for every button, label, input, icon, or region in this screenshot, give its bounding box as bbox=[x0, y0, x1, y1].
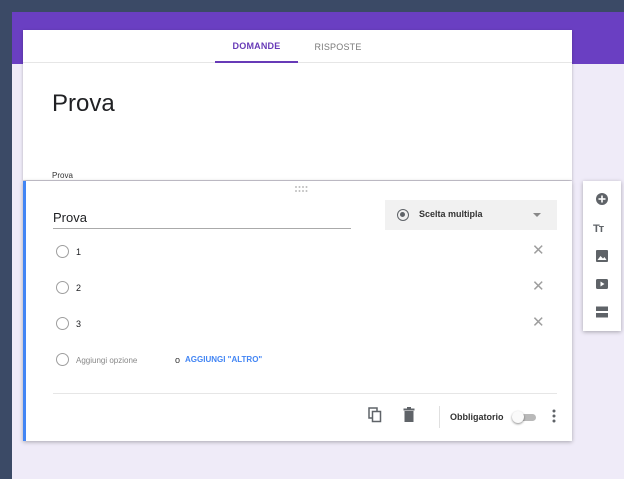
remove-option-close-icon[interactable]: ✕ bbox=[532, 315, 545, 331]
tab-responses[interactable]: RISPOSTE bbox=[303, 30, 373, 63]
add-other-link[interactable]: AGGIUNGI "ALTRO" bbox=[185, 355, 262, 364]
footer-divider bbox=[53, 393, 557, 394]
option-row: 1 ✕ bbox=[53, 243, 553, 260]
video-icon[interactable] bbox=[595, 277, 609, 291]
radio-unchecked-icon bbox=[56, 353, 69, 366]
question-type-label: Scelta multipla bbox=[419, 209, 483, 219]
question-title-input[interactable]: Prova bbox=[53, 209, 351, 229]
question-type-dropdown[interactable]: Scelta multipla bbox=[385, 200, 557, 230]
form-header-card: DOMANDE RISPOSTE Prova Prova bbox=[23, 30, 572, 180]
option-row: 2 ✕ bbox=[53, 279, 553, 296]
or-text: o bbox=[175, 355, 181, 365]
tab-questions[interactable]: DOMANDE bbox=[215, 30, 298, 63]
add-circle-icon[interactable] bbox=[595, 192, 609, 206]
option-row: 3 ✕ bbox=[53, 315, 553, 332]
form-description[interactable]: Prova bbox=[52, 171, 73, 180]
radio-unchecked-icon bbox=[56, 245, 69, 258]
option-label[interactable]: 3 bbox=[76, 319, 81, 329]
option-label[interactable]: 1 bbox=[76, 247, 81, 257]
side-toolbar: Tт bbox=[583, 181, 621, 331]
more-vert-icon[interactable] bbox=[552, 409, 556, 423]
toggle-knob bbox=[512, 411, 524, 423]
image-icon[interactable] bbox=[595, 249, 609, 263]
radio-checked-icon bbox=[397, 209, 409, 221]
tab-bar: DOMANDE RISPOSTE bbox=[23, 30, 572, 63]
add-option-input[interactable]: Aggiungi opzione bbox=[76, 356, 137, 365]
radio-unchecked-icon bbox=[56, 281, 69, 294]
question-card[interactable]: Prova Scelta multipla 1 ✕ 2 ✕ 3 ✕ Aggiun… bbox=[23, 181, 572, 441]
delete-icon[interactable] bbox=[403, 407, 415, 422]
required-toggle[interactable] bbox=[512, 411, 536, 423]
radio-unchecked-icon bbox=[56, 317, 69, 330]
text-format-icon[interactable]: Tт bbox=[593, 223, 604, 235]
remove-option-close-icon[interactable]: ✕ bbox=[532, 243, 545, 259]
section-icon[interactable] bbox=[595, 305, 609, 319]
dropdown-arrow-icon bbox=[533, 213, 541, 217]
copy-icon[interactable] bbox=[368, 407, 382, 423]
remove-option-close-icon[interactable]: ✕ bbox=[532, 279, 545, 295]
footer-separator bbox=[439, 406, 440, 428]
option-label[interactable]: 2 bbox=[76, 283, 81, 293]
add-option-row: Aggiungi opzione o AGGIUNGI "ALTRO" bbox=[53, 352, 553, 368]
required-label: Obbligatorio bbox=[450, 412, 504, 422]
drag-handle-icon[interactable] bbox=[294, 185, 308, 193]
form-title[interactable]: Prova bbox=[52, 90, 115, 118]
